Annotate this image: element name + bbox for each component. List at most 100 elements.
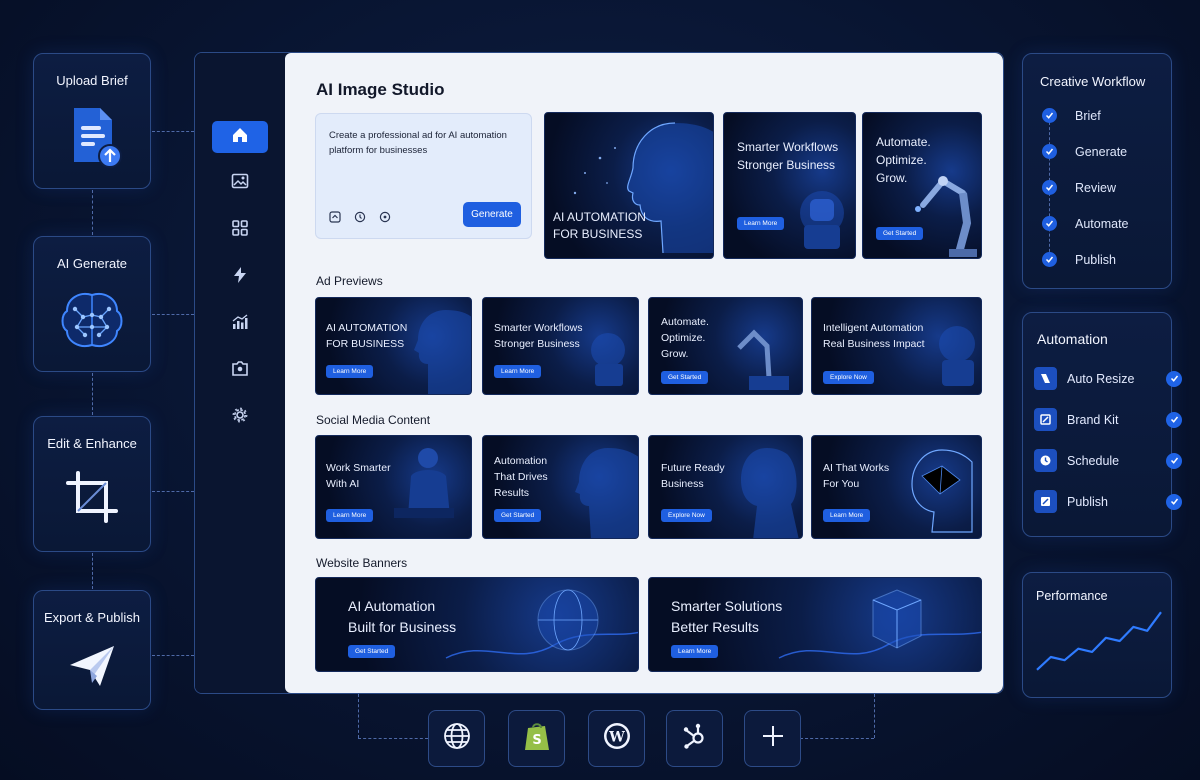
creative-workflow-panel: Creative Workflow Brief Generate Review … — [1022, 53, 1172, 289]
lightning-icon — [231, 266, 249, 289]
social-tile[interactable]: Work Smarter With AI Learn More — [315, 435, 472, 539]
banner-tile[interactable]: AI Automation Built for Business Get Sta… — [315, 577, 639, 672]
check-icon — [1042, 216, 1057, 231]
integration-hubspot[interactable] — [666, 710, 723, 767]
shopify-icon: S — [523, 720, 551, 757]
nav-analytics[interactable] — [212, 308, 268, 340]
automation-item-auto-resize[interactable]: Auto Resize — [1034, 367, 1182, 390]
automation-item-label: Brand Kit — [1067, 412, 1119, 427]
section-ad-previews: Ad Previews — [316, 274, 383, 288]
workflow-item-label: Review — [1075, 180, 1116, 195]
step-ai-generate[interactable]: AI Generate — [33, 236, 151, 372]
performance-trend-line — [1036, 611, 1162, 671]
workflow-item-review[interactable]: Review — [1042, 180, 1116, 195]
svg-text:S: S — [532, 733, 541, 748]
wordpress-icon: W — [602, 721, 632, 756]
brand-kit-icon — [1034, 408, 1057, 431]
hero-tile-smarter-workflows[interactable]: Smarter Workflows Stronger Business Lear… — [723, 112, 856, 259]
document-upload-icon — [60, 104, 124, 173]
ad-button[interactable]: Learn More — [494, 365, 542, 378]
step-label: Upload Brief — [56, 73, 128, 88]
hero-tile-text: Smarter Workflows Stronger Business — [737, 140, 839, 172]
hero-tile-ai-automation[interactable]: AI AUTOMATION FOR BUSINESS — [544, 112, 714, 259]
check-icon — [1042, 144, 1057, 159]
integration-wordpress[interactable]: W — [588, 710, 645, 767]
social-tile[interactable]: Future Ready Business Explore Now — [648, 435, 803, 539]
integration-shopify[interactable]: S — [508, 710, 565, 767]
check-icon — [1166, 493, 1182, 510]
step-export-publish[interactable]: Export & Publish — [33, 590, 151, 710]
nav-automation[interactable] — [212, 261, 268, 293]
step-label: Export & Publish — [43, 610, 141, 625]
ad-button[interactable]: Explore Now — [823, 371, 874, 384]
integration-globe[interactable] — [428, 710, 485, 767]
nav-settings[interactable] — [212, 401, 268, 433]
ad-preview-tile[interactable]: AI AUTOMATION FOR BUSINESS Learn More — [315, 297, 472, 395]
svg-text:W: W — [608, 730, 625, 746]
section-website-banners: Website Banners — [316, 556, 408, 570]
globe-icon — [442, 721, 472, 756]
social-button[interactable]: Explore Now — [661, 509, 712, 522]
nav-templates[interactable] — [212, 214, 268, 246]
page-title: AI Image Studio — [316, 80, 445, 99]
social-tile[interactable]: Automation That Drives Results Get Start… — [482, 435, 639, 539]
check-icon — [1042, 252, 1057, 267]
ad-preview-tile[interactable]: Automate. Optimize. Grow. Get Started — [648, 297, 803, 395]
nav-home[interactable] — [212, 121, 268, 153]
check-icon — [1042, 108, 1057, 123]
hero-tile-text: AI AUTOMATION FOR BUSINESS — [553, 210, 646, 241]
section-social-media: Social Media Content — [316, 413, 431, 427]
learn-more-button[interactable]: Learn More — [737, 217, 785, 230]
prompt-box[interactable]: Create a professional ad for AI automati… — [315, 113, 532, 239]
social-text: AI That Works For You — [823, 462, 890, 490]
resize-icon — [1034, 367, 1057, 390]
automation-item-brand-kit[interactable]: Brand Kit — [1034, 408, 1182, 431]
nav-assets[interactable] — [212, 354, 268, 386]
ad-button[interactable]: Learn More — [326, 365, 374, 378]
nav-images[interactable] — [212, 167, 268, 199]
integration-add[interactable] — [744, 710, 801, 767]
banner-button[interactable]: Get Started — [348, 645, 396, 658]
step-upload-brief[interactable]: Upload Brief — [33, 53, 151, 189]
check-icon — [1166, 411, 1182, 428]
ad-preview-tile[interactable]: Intelligent Automation Real Business Imp… — [811, 297, 982, 395]
image-icon — [231, 172, 249, 195]
workflow-item-automate[interactable]: Automate — [1042, 216, 1129, 231]
hero-tile-text: Automate. Optimize. Grow. — [876, 135, 931, 185]
automation-item-label: Auto Resize — [1067, 371, 1135, 386]
automation-item-label: Schedule — [1067, 453, 1120, 468]
step-edit-enhance[interactable]: Edit & Enhance — [33, 416, 151, 552]
crop-icon — [64, 469, 120, 530]
style-icon[interactable] — [354, 210, 366, 223]
brain-icon — [57, 287, 127, 358]
prompt-input[interactable]: Create a professional ad for AI automati… — [329, 128, 519, 158]
check-icon — [1166, 452, 1182, 469]
social-tile[interactable]: AI That Works For You Learn More — [811, 435, 982, 539]
workflow-item-label: Brief — [1075, 108, 1101, 123]
social-text: Automation That Drives Results — [494, 455, 548, 499]
banner-tile[interactable]: Smarter Solutions Better Results Learn M… — [648, 577, 982, 672]
workflow-item-generate[interactable]: Generate — [1042, 144, 1127, 159]
camera-icon — [231, 359, 249, 382]
hero-tile-automate[interactable]: Automate. Optimize. Grow. Get Started — [862, 112, 982, 259]
social-button[interactable]: Learn More — [326, 509, 374, 522]
social-button[interactable]: Learn More — [823, 509, 871, 522]
ad-preview-tile[interactable]: Smarter Workflows Stronger Business Lear… — [482, 297, 639, 395]
social-text: Future Ready Business — [661, 462, 725, 490]
settings-dot-icon[interactable] — [379, 210, 391, 223]
image-upload-icon[interactable] — [329, 210, 341, 223]
generate-button[interactable]: Generate — [463, 202, 521, 227]
social-button[interactable]: Get Started — [494, 509, 542, 522]
automation-item-schedule[interactable]: Schedule — [1034, 449, 1182, 472]
ad-button[interactable]: Get Started — [661, 371, 709, 384]
banner-button[interactable]: Learn More — [671, 645, 719, 658]
analytics-icon — [231, 313, 249, 336]
publish-icon — [1034, 490, 1057, 513]
get-started-button[interactable]: Get Started — [876, 227, 924, 240]
automation-item-publish[interactable]: Publish — [1034, 490, 1182, 513]
workflow-item-publish[interactable]: Publish — [1042, 252, 1116, 267]
ad-text: Intelligent Automation Real Business Imp… — [823, 322, 925, 350]
workflow-item-brief[interactable]: Brief — [1042, 108, 1101, 123]
paper-plane-icon — [68, 643, 116, 694]
clock-icon — [1034, 449, 1057, 472]
